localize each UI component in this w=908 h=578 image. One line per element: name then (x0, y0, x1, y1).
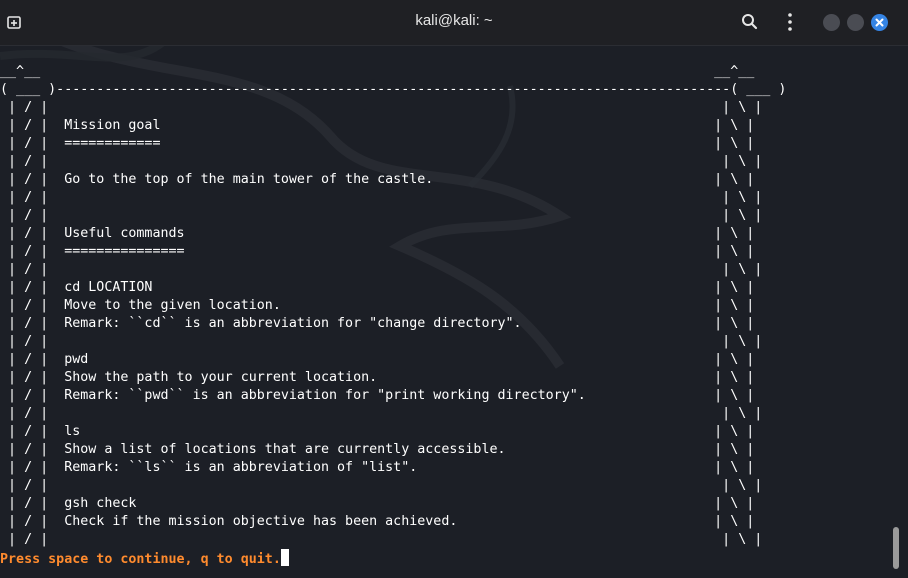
close-icon[interactable] (871, 14, 888, 31)
scrollbar-track[interactable] (890, 46, 908, 578)
title-bar: kali@kali: ~ (0, 0, 908, 46)
terminal-output: __^__ __^__ ( ___ )---------------------… (0, 64, 787, 547)
scrollbar-thumb[interactable] (893, 527, 899, 569)
search-icon[interactable] (740, 12, 760, 32)
maximize-icon[interactable] (847, 14, 864, 31)
terminal-area[interactable]: __^__ __^__ ( ___ )---------------------… (0, 46, 890, 578)
minimize-icon[interactable] (823, 14, 840, 31)
pager-prompt-text: Press space to continue, q to quit. (0, 552, 281, 567)
text-cursor (280, 549, 289, 566)
pager-prompt: Press space to continue, q to quit. (0, 549, 289, 567)
window-title: kali@kali: ~ (415, 12, 493, 29)
kebab-menu-icon[interactable] (780, 12, 800, 32)
